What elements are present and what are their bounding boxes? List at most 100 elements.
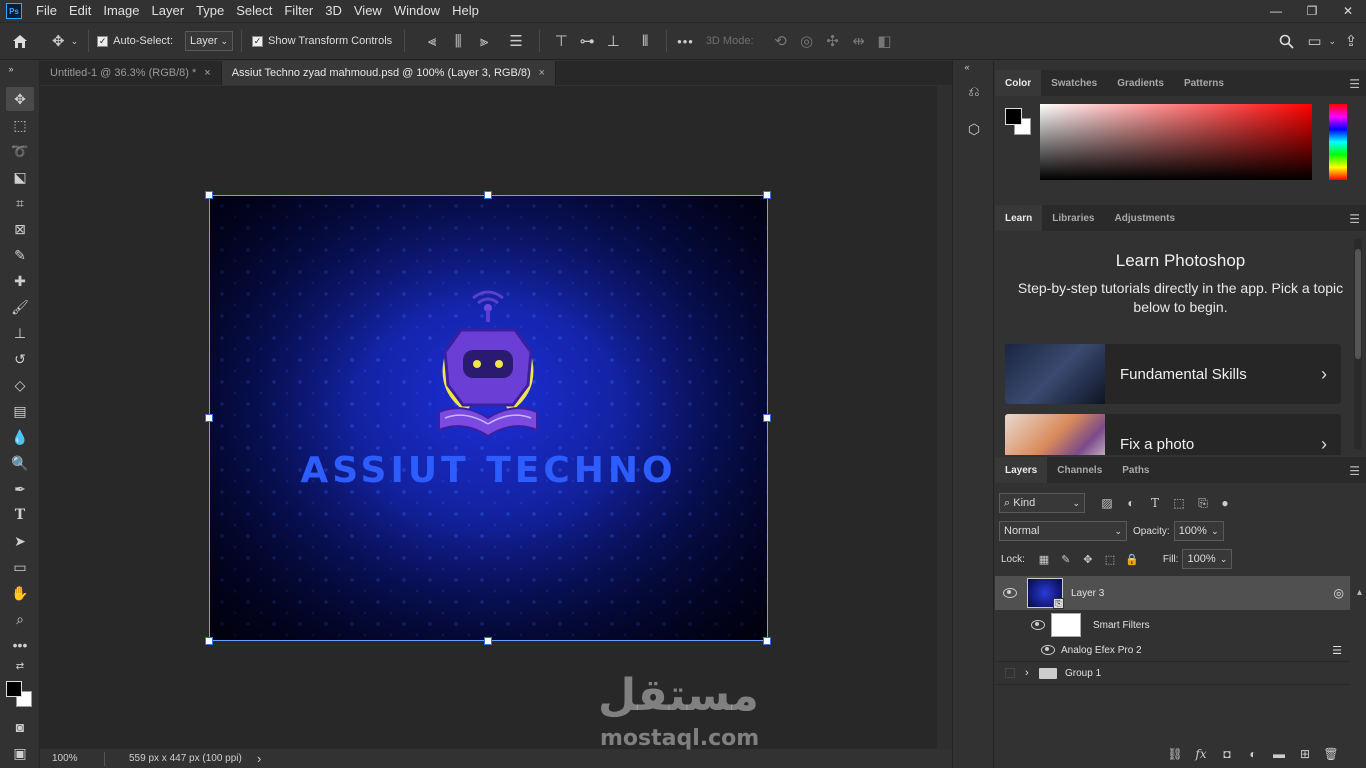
healing-brush-tool-icon[interactable]: ✚ — [6, 269, 34, 293]
tab-assiut-techno[interactable]: Assiut Techno zyad mahmoud.psd @ 100% (L… — [221, 61, 557, 85]
path-select-tool-icon[interactable]: ➤ — [6, 529, 34, 553]
color-field[interactable] — [1040, 104, 1312, 180]
chevron-right-icon[interactable]: › — [257, 751, 261, 766]
adjustment-filter-icon[interactable]: ◐ — [1119, 496, 1143, 510]
collapse-icon[interactable]: « — [957, 61, 977, 73]
transform-handle-tl[interactable] — [205, 191, 213, 199]
history-panel-icon[interactable]: ⎌ — [964, 81, 984, 101]
transform-handle-bl[interactable] — [205, 637, 213, 645]
menu-window[interactable]: Window — [388, 0, 446, 22]
tab-libraries[interactable]: Libraries — [1042, 205, 1104, 231]
edit-toolbar-icon[interactable]: ••• — [6, 633, 34, 657]
scroll-up-icon[interactable]: ▴ — [1357, 587, 1362, 598]
more-options-icon[interactable]: ••• — [677, 34, 694, 49]
tab-swatches[interactable]: Swatches — [1041, 70, 1107, 96]
lasso-tool-icon[interactable]: ➰ — [6, 139, 34, 163]
clone-stamp-tool-icon[interactable]: ⊥ — [6, 321, 34, 345]
card-fix-a-photo[interactable]: Fix a photo › — [1005, 414, 1341, 455]
auto-select-checkbox[interactable]: ✓ — [97, 35, 109, 47]
learn-scrollbar[interactable] — [1354, 239, 1362, 449]
transform-handle-b[interactable] — [484, 637, 492, 645]
3d-roll-icon[interactable]: ◎ — [794, 32, 820, 50]
zoom-tool-icon[interactable]: ⌕ — [6, 607, 34, 631]
panel-menu-icon[interactable]: ☰ — [1349, 464, 1360, 478]
align-bottom-icon[interactable]: ⊥ — [600, 32, 626, 50]
3d-scale-icon[interactable]: ◧ — [872, 32, 898, 50]
workspace-icon[interactable]: ▭ — [1300, 32, 1328, 50]
collapse-icon[interactable]: » — [4, 63, 18, 75]
quick-mask-icon[interactable]: ◙ — [6, 715, 34, 739]
lock-image-icon[interactable]: ✎ — [1055, 553, 1077, 566]
menu-help[interactable]: Help — [446, 0, 485, 22]
3d-slide-icon[interactable]: ⇹ — [846, 32, 872, 50]
distribute-icon[interactable]: ☰ — [503, 32, 529, 50]
chevron-down-icon[interactable]: ⌄ — [1328, 36, 1336, 47]
tab-learn[interactable]: Learn — [995, 205, 1043, 231]
close-icon[interactable]: ✕ — [1330, 0, 1366, 22]
close-icon[interactable]: × — [539, 67, 545, 79]
canvas-area[interactable]: ASSIUT TECHNO — [40, 86, 937, 749]
fill-field[interactable]: 100% ⌄ — [1182, 549, 1233, 569]
menu-layer[interactable]: Layer — [146, 0, 191, 22]
lock-artboard-icon[interactable]: ⬚ — [1099, 553, 1121, 566]
menu-filter[interactable]: Filter — [278, 0, 319, 22]
card-fundamental-skills[interactable]: Fundamental Skills › — [1005, 344, 1341, 404]
tab-patterns[interactable]: Patterns — [1174, 70, 1234, 96]
rectangle-tool-icon[interactable]: ▭ — [6, 555, 34, 579]
layer-row-group-1[interactable]: › Group 1 — [995, 661, 1350, 685]
tab-color[interactable]: Color — [995, 70, 1042, 96]
crop-tool-icon[interactable]: ⌗ — [6, 191, 34, 215]
swap-colors-icon[interactable]: ⇄ — [6, 658, 34, 674]
pen-tool-icon[interactable]: ✒ — [6, 477, 34, 501]
adjustment-layer-icon[interactable]: ◐ — [1240, 747, 1266, 761]
pixel-filter-icon[interactable]: ▨ — [1095, 496, 1119, 510]
layer-row-layer-3[interactable]: ⎘ Layer 3 ◎ — [995, 576, 1350, 610]
foreground-color-swatch[interactable] — [6, 681, 22, 697]
scroll-thumb[interactable] — [1355, 249, 1361, 359]
zoom-level[interactable]: 100% — [40, 753, 90, 764]
tab-untitled-1[interactable]: Untitled-1 @ 36.3% (RGB/8) * × — [40, 61, 222, 85]
history-brush-tool-icon[interactable]: ↺ — [6, 347, 34, 371]
transform-handle-br[interactable] — [763, 637, 771, 645]
move-tool-icon[interactable]: ✥ — [6, 87, 34, 111]
frame-tool-icon[interactable]: ⊠ — [6, 217, 34, 241]
menu-type[interactable]: Type — [190, 0, 230, 22]
tab-layers[interactable]: Layers — [995, 457, 1048, 483]
shape-filter-icon[interactable]: ⬚ — [1167, 496, 1191, 510]
screen-mode-icon[interactable]: ▣ — [6, 741, 34, 765]
layer-style-icon[interactable]: fx — [1188, 747, 1214, 761]
filter-kind-dropdown[interactable]: ⌕ Kind ⌄ — [999, 493, 1085, 513]
tab-paths[interactable]: Paths — [1112, 457, 1159, 483]
blur-tool-icon[interactable]: 💧 — [6, 425, 34, 449]
dodge-tool-icon[interactable]: 🔍 — [6, 451, 34, 475]
smart-filter-badge-icon[interactable]: ◎ — [1334, 586, 1344, 600]
vertical-scrollbar[interactable] — [937, 86, 952, 749]
menu-edit[interactable]: Edit — [63, 0, 97, 22]
foreground-color-swatch[interactable] — [1005, 108, 1022, 125]
align-left-icon[interactable]: ⫷ — [419, 33, 445, 50]
type-tool-icon[interactable]: T — [6, 503, 34, 527]
distribute-vertical-icon[interactable]: ⦀ — [632, 33, 658, 50]
menu-image[interactable]: Image — [97, 0, 145, 22]
smart-object-filter-icon[interactable]: ⎘ — [1191, 496, 1215, 511]
panel-menu-icon[interactable]: ☰ — [1349, 77, 1360, 91]
type-filter-icon[interactable]: T — [1143, 496, 1167, 510]
align-right-icon[interactable]: ⫸ — [471, 33, 497, 50]
transform-handle-t[interactable] — [484, 191, 492, 199]
panel-menu-icon[interactable]: ☰ — [1349, 212, 1360, 226]
menu-3d[interactable]: 3D — [319, 0, 348, 22]
hue-slider[interactable] — [1329, 104, 1347, 180]
quick-select-tool-icon[interactable]: ⬕ — [6, 165, 34, 189]
share-icon[interactable]: ⇪ — [1336, 32, 1366, 50]
transform-handle-tr[interactable] — [763, 191, 771, 199]
new-group-icon[interactable]: ▬ — [1266, 747, 1292, 761]
auto-select-dropdown[interactable]: Layer ⌄ — [185, 31, 234, 51]
restore-icon[interactable]: ❐ — [1294, 0, 1330, 22]
visibility-toggle[interactable] — [995, 668, 1025, 678]
filter-toggle-icon[interactable]: ● — [1215, 496, 1235, 510]
transform-handle-l[interactable] — [205, 414, 213, 422]
add-mask-icon[interactable]: ◘ — [1214, 747, 1240, 761]
chevron-right-icon[interactable]: › — [1025, 667, 1039, 679]
layer-row-analog-efex[interactable]: Analog Efex Pro 2 ☰ — [995, 640, 1350, 660]
visibility-eye-icon[interactable] — [1025, 620, 1051, 630]
